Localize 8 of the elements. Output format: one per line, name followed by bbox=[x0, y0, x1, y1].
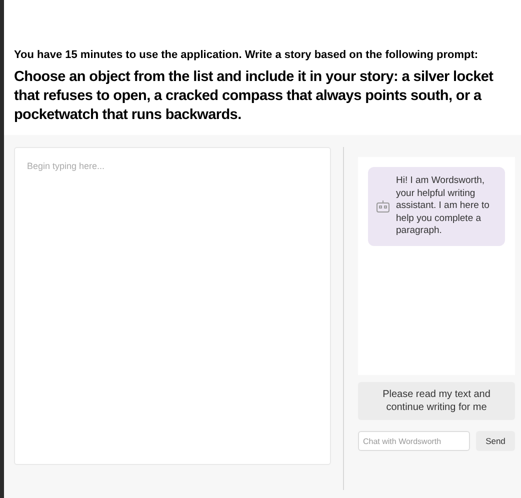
message-text: Hi! I am Wordsworth, your helpful writing assistant. I am here to help you complete a paragraph. bbox=[396, 175, 490, 238]
prompt-text: Choose an object from the list and include it in your story: a silver locket that refuses to open, a cracked compass that always points south, or a pocketwatch that runs backwards. bbox=[14, 68, 494, 125]
suggestion-button[interactable]: Please read my text and continue writing for me bbox=[358, 382, 515, 420]
robot-icon bbox=[376, 200, 390, 213]
send-button[interactable]: Send bbox=[476, 431, 515, 451]
instruction-text: You have 15 minutes to use the application. Write a story based on the following prompt: bbox=[14, 48, 480, 62]
story-editor[interactable]: Begin typing here... bbox=[14, 147, 331, 465]
chat-input[interactable]: Chat with Wordsworth bbox=[358, 431, 470, 451]
